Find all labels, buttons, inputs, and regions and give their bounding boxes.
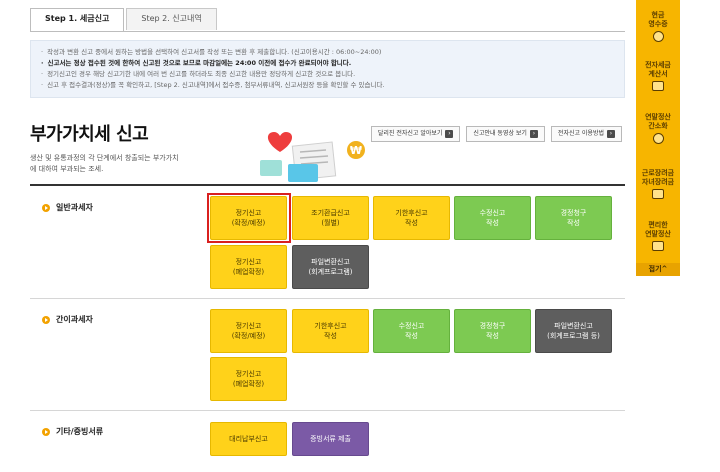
general-late-report-button[interactable]: 기한후신고 작성	[373, 196, 450, 240]
sidebar-item-label: 전자세금 계산서	[645, 61, 671, 78]
bullet-icon	[42, 427, 50, 436]
general-early-refund-button[interactable]: 조기환급신고 (월별)	[292, 196, 369, 240]
link-label: 전자신고 이용방법	[557, 130, 604, 137]
monitor-icon	[652, 241, 664, 251]
simple-closure-report-button[interactable]: 정기신고 (폐업확정)	[210, 357, 287, 401]
section-divider	[30, 298, 625, 299]
general-closure-report-button[interactable]: 정기신고 (폐업확정)	[210, 245, 287, 289]
step-tabs: Step 1. 세금신고 Step 2. 신고내역	[30, 8, 219, 32]
section-general-label: 일반과세자	[42, 202, 93, 213]
link-guide-video[interactable]: 신고안내 동영상 보기 ›	[466, 126, 545, 142]
general-correction-claim-button[interactable]: 경정청구 작성	[535, 196, 612, 240]
sidebar-item-label: 근로장려금 자녀장려금	[641, 169, 675, 186]
sidebar-item-year-end[interactable]: 연말정산 간소화	[636, 104, 680, 153]
section-title: 일반과세자	[56, 203, 93, 212]
page-subtitle: 생산 및 유통과정의 각 단계에서 창출되는 부가가치에 대하여 부과되는 조세…	[30, 154, 179, 173]
arrow-right-icon: ›	[445, 130, 454, 138]
notice-box: 작성과 변환 신고 중에서 원하는 방법을 선택하여 신고서를 작성 또는 변환…	[30, 40, 625, 98]
simple-amended-report-button[interactable]: 수정신고 작성	[373, 309, 450, 353]
calculator-icon	[652, 133, 664, 144]
sidebar-item-label: 연말정산 간소화	[645, 113, 671, 130]
vat-illustration-icon: ₩	[260, 132, 365, 182]
tab-underline	[30, 31, 625, 32]
arrow-right-icon: ›	[607, 130, 615, 138]
receipt-icon	[652, 31, 664, 42]
simple-regular-report-button[interactable]: 정기신고 (확정/예정)	[210, 309, 287, 353]
heart-icon	[652, 189, 664, 199]
link-label: 달리진 전자신고 알아보기	[377, 130, 443, 137]
page-title: 부가가치세 신고	[30, 124, 149, 145]
help-links: 달리진 전자신고 알아보기 › 신고안내 동영상 보기 › 전자신고 이용방법 …	[370, 126, 622, 142]
section-divider	[30, 410, 625, 411]
svg-text:₩: ₩	[350, 144, 362, 157]
section-simple-label: 간이과세자	[42, 314, 93, 325]
general-file-convert-button[interactable]: 파일변환신고 (회계프로그램)	[292, 245, 369, 289]
sidebar-fold-button[interactable]: 접기^	[636, 263, 680, 276]
proxy-payment-button[interactable]: 대리납부신고	[210, 422, 287, 456]
tab-step1[interactable]: Step 1. 세금신고	[30, 8, 125, 32]
evidence-submit-button[interactable]: 증빙서류 제출	[292, 422, 369, 456]
notice-item: 신고 후 접수결과(정상)를 꼭 확인하고, [Step 2. 신고내역]에서 …	[41, 80, 614, 91]
sidebar-item-label: 편리한 연말정산	[645, 221, 671, 238]
simple-correction-claim-button[interactable]: 경정청구 작성	[454, 309, 531, 353]
bullet-icon	[42, 203, 50, 212]
link-label: 신고안내 동영상 보기	[473, 130, 527, 137]
title-divider	[30, 184, 625, 186]
sidebar-item-incentive[interactable]: 근로장려금 자녀장려금	[636, 160, 680, 208]
simple-file-convert-button[interactable]: 파일변환신고 (회계프로그램 등)	[535, 309, 612, 353]
quick-menu-sidebar: 현금 영수증 전자세금 계산서 연말정산 간소화 근로장려금 자녀장려금 편리한…	[636, 0, 680, 276]
notice-item: 신고서는 정상 접수된 것에 한하여 신고된 것으로 보므로 마감일에는 24:…	[41, 58, 614, 69]
sidebar-item-easy-settlement[interactable]: 편리한 연말정산	[636, 212, 680, 260]
section-title: 기타/증빙서류	[56, 427, 104, 436]
arrow-right-icon: ›	[529, 130, 538, 138]
link-new-efiling[interactable]: 달리진 전자신고 알아보기 ›	[370, 126, 461, 142]
sidebar-item-label: 현금 영수증	[648, 11, 668, 28]
notice-item: 정기신고인 경우 해당 신고기한 내에 여러 번 신고를 하더라도 최종 신고한…	[41, 69, 614, 80]
sidebar-item-e-invoice[interactable]: 전자세금 계산서	[636, 52, 680, 100]
simple-late-report-button[interactable]: 기한후신고 작성	[292, 309, 369, 353]
selection-highlight	[207, 193, 291, 243]
bullet-icon	[42, 315, 50, 324]
general-amended-report-button[interactable]: 수정신고 작성	[454, 196, 531, 240]
invoice-icon	[652, 81, 664, 91]
section-other-label: 기타/증빙서류	[42, 426, 103, 437]
link-how-to-use[interactable]: 전자신고 이용방법 ›	[550, 126, 622, 142]
notice-item: 작성과 변환 신고 중에서 원하는 방법을 선택하여 신고서를 작성 또는 변환…	[41, 47, 614, 58]
tab-step2[interactable]: Step 2. 신고내역	[126, 8, 217, 30]
sidebar-item-cash-receipt[interactable]: 현금 영수증	[636, 2, 680, 51]
section-title: 간이과세자	[56, 315, 93, 324]
